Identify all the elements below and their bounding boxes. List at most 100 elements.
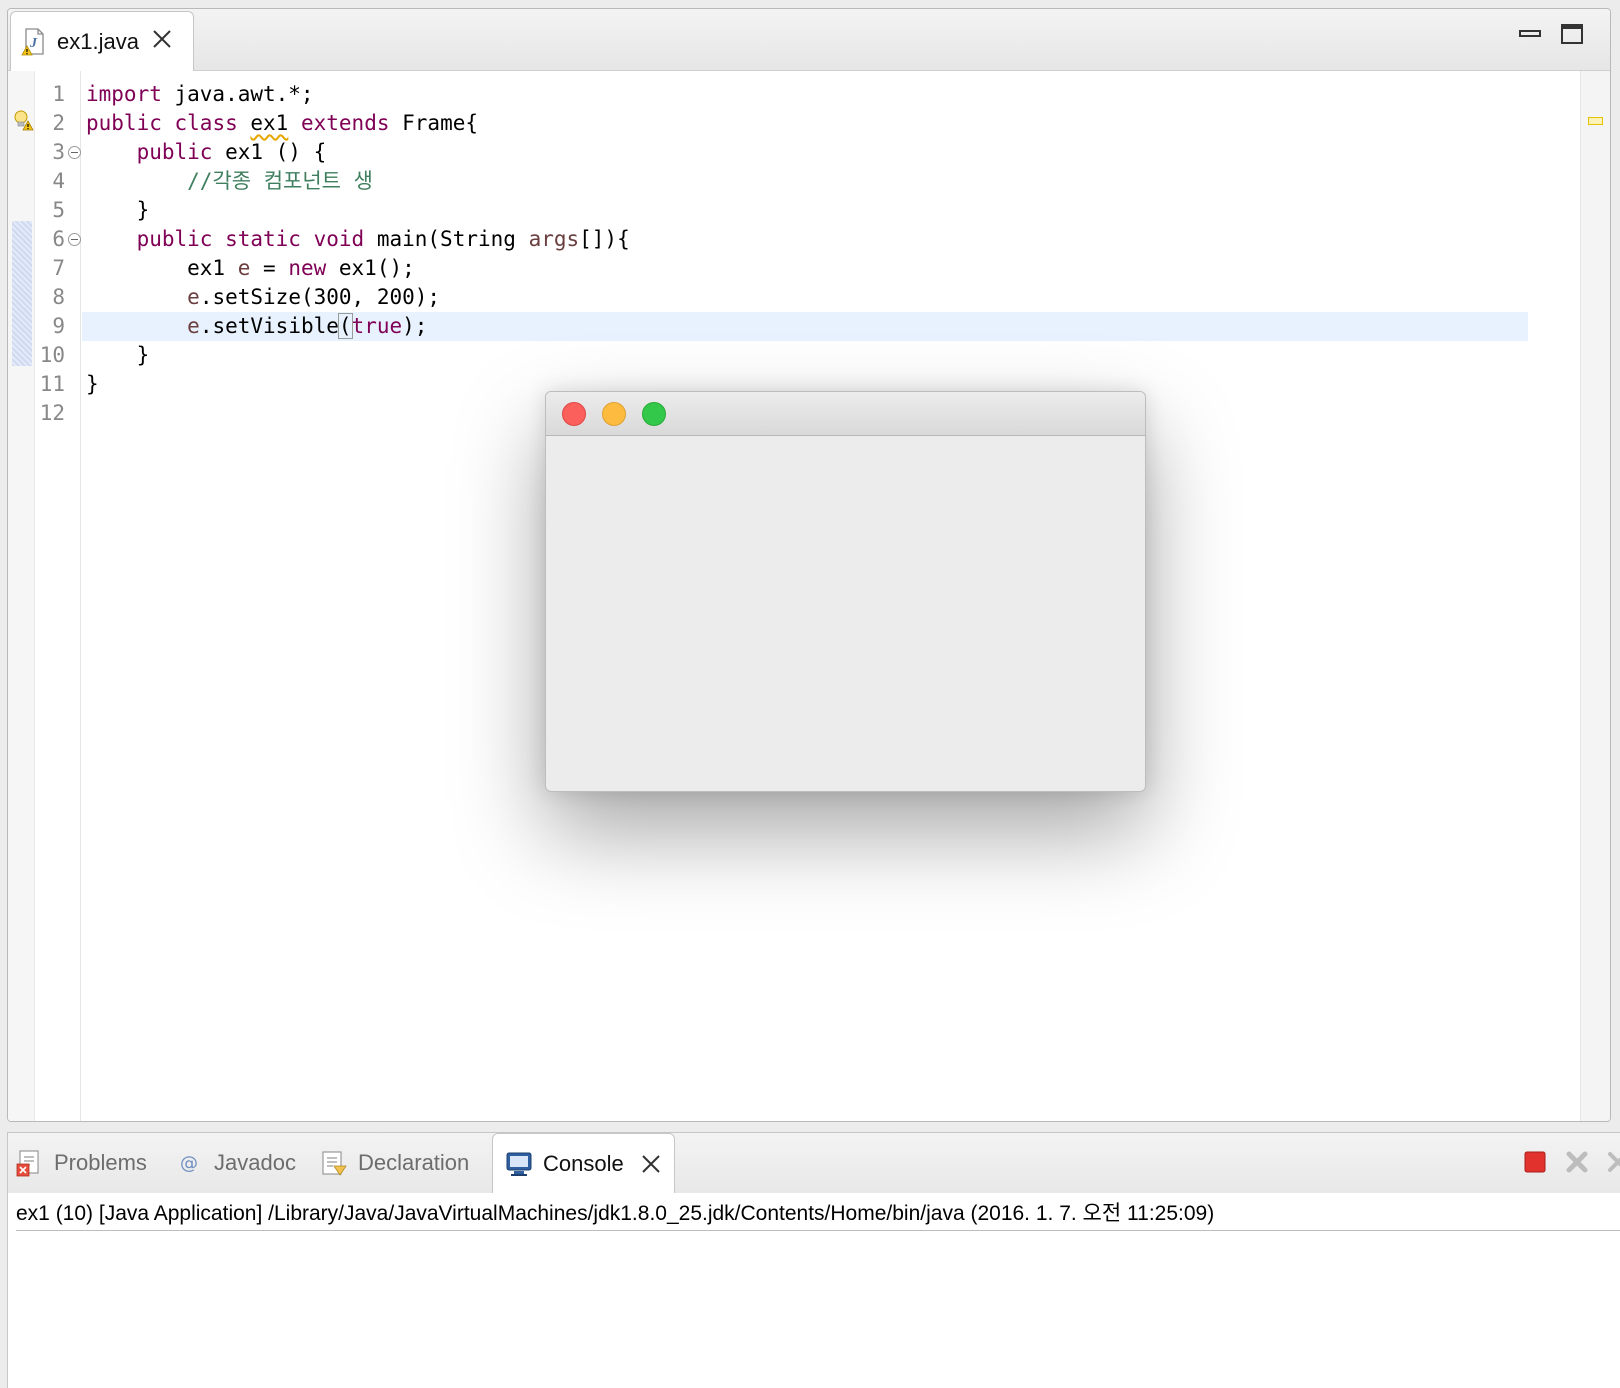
bottom-views-panel: Problems @ Javadoc Declaration Console e… (7, 1132, 1620, 1388)
keyword-token: import (86, 82, 162, 106)
minimize-icon[interactable] (1518, 23, 1542, 45)
editor-tab-bar: J ex1.java (8, 9, 1610, 72)
close-traffic-light-icon[interactable] (562, 402, 586, 426)
line-number: 7 (52, 256, 65, 280)
console-output[interactable] (8, 1232, 1620, 1388)
code-token: } (86, 198, 150, 222)
awt-window-titlebar[interactable] (546, 392, 1145, 436)
keyword-token: static (225, 227, 301, 251)
line-number: 2 (52, 111, 65, 135)
tab-console[interactable]: Console (492, 1133, 675, 1193)
code-token: main(String (364, 227, 529, 251)
view-tab-bar: Problems @ Javadoc Declaration Console (8, 1133, 1620, 1193)
code-token: } (86, 343, 150, 367)
code-token: } (86, 372, 99, 396)
code-line[interactable]: e.setSize(300, 200); (86, 283, 440, 312)
line-number: 11 (39, 372, 65, 396)
svg-text:@: @ (180, 1153, 198, 1174)
minimize-traffic-light-icon[interactable] (602, 402, 626, 426)
comment-token: //각종 컴포넌트 생 (187, 169, 373, 193)
code-line[interactable]: } (86, 370, 99, 399)
line-number: 3 (52, 140, 65, 164)
fold-collapse-icon[interactable] (68, 146, 81, 159)
code-line[interactable]: e.setVisible(true); (86, 312, 427, 341)
code-line[interactable]: import java.awt.*; (86, 80, 314, 109)
code-token: .setSize(300, 200); (199, 285, 441, 309)
overview-warning-marker[interactable] (1588, 117, 1603, 125)
java-file-warning-icon: J (21, 28, 47, 56)
code-line[interactable]: //각종 컴포넌트 생 (86, 167, 373, 196)
fold-collapse-icon[interactable] (68, 233, 81, 246)
line-number: 8 (52, 285, 65, 309)
code-line[interactable]: public ex1 () { (86, 138, 327, 167)
keyword-token: public (136, 140, 213, 164)
line-number: 12 (39, 401, 65, 425)
code-token: ex1(); (326, 256, 415, 280)
code-line[interactable]: ex1 e = new ex1(); (86, 254, 415, 283)
console-process-label: ex1 (10) [Java Application] /Library/Jav… (16, 1197, 1620, 1231)
keyword-token: void (313, 227, 365, 251)
code-line[interactable]: public class ex1 extends Frame{ (86, 109, 478, 138)
code-line[interactable]: } (86, 196, 150, 225)
terminate-icon[interactable] (1522, 1149, 1548, 1175)
warning-token: ex1 (250, 111, 289, 135)
declaration-icon (320, 1149, 348, 1177)
svg-text:J: J (29, 36, 38, 51)
code-token: ); (402, 314, 428, 338)
tab-problems[interactable]: Problems (16, 1133, 147, 1193)
problems-icon (16, 1149, 44, 1177)
code-token: ex1 () { (212, 140, 327, 164)
tab-problems-label: Problems (54, 1150, 147, 1175)
line-number: 10 (39, 343, 65, 367)
code-token: = (250, 256, 289, 280)
remove-all-launches-icon[interactable] (1606, 1149, 1620, 1175)
code-token: []){ (579, 227, 630, 251)
line-number-gutter: 1 2 3 4 5 6 7 8 9 10 11 12 (35, 71, 81, 1121)
code-token: ex1 (86, 256, 238, 280)
close-icon[interactable] (640, 1153, 662, 1175)
javadoc-icon: @ (176, 1149, 204, 1177)
remove-launch-icon[interactable] (1564, 1149, 1590, 1175)
tab-declaration[interactable]: Declaration (320, 1133, 469, 1193)
vertical-ruler (8, 71, 35, 1121)
line-number: 6 (52, 227, 65, 251)
lightbulb-warning-icon[interactable] (12, 109, 34, 131)
editor-tab-ex1-java[interactable]: J ex1.java (10, 11, 194, 72)
variable-token: e (187, 285, 200, 309)
close-icon[interactable] (151, 28, 173, 56)
line-number: 1 (52, 82, 65, 106)
eclipse-workbench: J ex1.java 1 2 3 4 5 6 7 8 9 10 11 12 im… (0, 0, 1620, 1388)
line-number: 5 (52, 198, 65, 222)
keyword-token: extends (300, 111, 390, 135)
tab-declaration-label: Declaration (358, 1150, 470, 1175)
console-icon (505, 1150, 533, 1178)
variable-token: e (187, 314, 200, 338)
editor-tab-label: ex1.java (57, 29, 139, 54)
keyword-token: public (86, 111, 162, 135)
tab-javadoc[interactable]: @ Javadoc (176, 1133, 296, 1193)
quick-diff-marker (12, 221, 32, 366)
code-line[interactable]: public static void main(String args[]){ (86, 225, 630, 254)
tab-javadoc-label: Javadoc (214, 1150, 296, 1175)
maximize-icon[interactable] (1560, 23, 1584, 45)
line-number: 4 (52, 169, 65, 193)
awt-frame-window[interactable] (545, 391, 1146, 792)
code-token: java.awt.*; (161, 82, 314, 106)
keyword-token: new (288, 256, 327, 280)
overview-ruler[interactable] (1580, 71, 1610, 1121)
code-token: .setVisible (199, 314, 339, 338)
code-line[interactable]: } (86, 341, 150, 370)
zoom-traffic-light-icon[interactable] (642, 402, 666, 426)
variable-token: args (528, 227, 580, 251)
keyword-token: true (351, 314, 403, 338)
code-token: Frame{ (389, 111, 479, 135)
